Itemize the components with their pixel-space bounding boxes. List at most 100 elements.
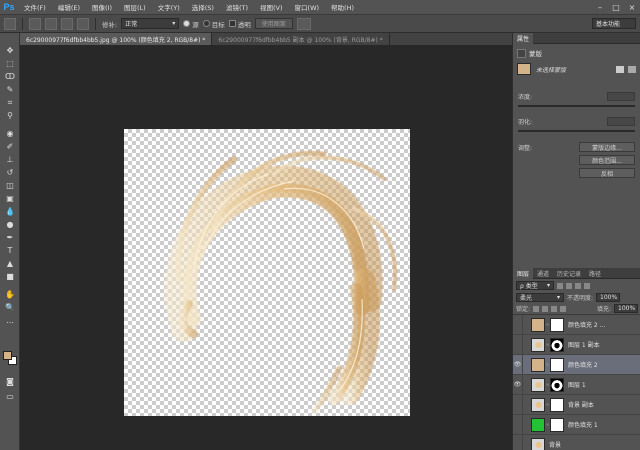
target-radio[interactable]: 目标 xyxy=(202,19,225,29)
marquee-tool-icon[interactable]: ⬚ xyxy=(3,58,17,69)
layer-mask-thumbnail[interactable] xyxy=(550,357,564,372)
layer-row[interactable]: 👁 ∞ 颜色填充 2 xyxy=(513,354,640,375)
add-selection-icon[interactable] xyxy=(45,17,57,30)
layer-row[interactable]: 👁 ∞ 图层 1 xyxy=(513,374,640,395)
vector-mask-icon[interactable] xyxy=(628,65,636,73)
canvas-area[interactable] xyxy=(20,45,512,450)
layer-thumbnail xyxy=(531,317,545,332)
tab-history[interactable]: 历史记录 xyxy=(553,268,585,279)
zoom-tool-icon[interactable]: 🔍 xyxy=(3,302,17,313)
subtract-selection-icon[interactable] xyxy=(61,17,73,30)
mask-edge-button[interactable]: 蒙版边缘... xyxy=(579,142,635,152)
visibility-eye-icon[interactable] xyxy=(513,434,523,450)
lock-all-icon[interactable] xyxy=(560,305,567,312)
history-brush-tool-icon[interactable]: ↺ xyxy=(3,167,17,178)
layer-row[interactable]: 背景 xyxy=(513,434,640,450)
lock-transparent-icon[interactable] xyxy=(533,305,540,312)
layer-row[interactable]: ∞ 颜色填充 2 ... xyxy=(513,314,640,335)
tab-layers[interactable]: 图层 xyxy=(513,267,534,279)
quick-mask-icon[interactable]: ◙ xyxy=(3,376,17,387)
filter-pixel-icon[interactable] xyxy=(557,282,563,289)
hand-tool-icon[interactable]: ✋ xyxy=(3,289,17,300)
layer-filter-select[interactable]: ρ 类型 ▾ xyxy=(516,281,554,290)
menu-edit[interactable]: 编辑(E) xyxy=(52,2,86,12)
menu-image[interactable]: 图像(I) xyxy=(86,2,118,12)
gradient-tool-icon[interactable]: ▣ xyxy=(3,193,17,204)
filter-adjust-icon[interactable] xyxy=(566,282,572,289)
visibility-eye-icon[interactable] xyxy=(513,394,523,415)
layer-mask-thumbnail[interactable] xyxy=(550,337,564,352)
tab-channels[interactable]: 通道 xyxy=(533,268,553,279)
move-tool-icon[interactable]: ✥ xyxy=(3,45,17,56)
opacity-field[interactable]: 100% xyxy=(596,293,621,302)
filter-shape-icon[interactable] xyxy=(584,282,590,289)
path-select-tool-icon[interactable]: ▲ xyxy=(3,258,17,269)
density-slider[interactable] xyxy=(518,105,635,107)
more-tools-icon[interactable]: … xyxy=(3,315,17,326)
menu-select[interactable]: 选择(S) xyxy=(186,2,220,12)
menu-view[interactable]: 视图(V) xyxy=(254,2,289,12)
pattern-swatch-icon[interactable] xyxy=(296,17,311,30)
quick-select-tool-icon[interactable]: ✎ xyxy=(3,84,17,95)
density-field[interactable] xyxy=(607,92,635,101)
visibility-eye-icon[interactable]: 👁 xyxy=(513,374,523,395)
feather-slider[interactable] xyxy=(518,130,635,132)
eyedropper-tool-icon[interactable]: ⚲ xyxy=(3,110,17,121)
close-button[interactable]: × xyxy=(624,0,640,15)
brush-tool-icon[interactable]: ✐ xyxy=(3,141,17,152)
layer-row[interactable]: ∞ 背景 副本 xyxy=(513,394,640,415)
visibility-eye-icon[interactable] xyxy=(513,334,523,355)
intersect-selection-icon[interactable] xyxy=(77,17,89,30)
visibility-eye-icon[interactable] xyxy=(513,414,523,435)
patch-mode-select[interactable]: 正常 ▾ xyxy=(121,18,180,29)
menu-layer[interactable]: 图层(L) xyxy=(118,2,152,12)
menu-file[interactable]: 文件(F) xyxy=(18,2,52,12)
tab-document-2[interactable]: 6c29000977f6dfbb4bb5 副本 @ 100% (背景, RGB/… xyxy=(212,33,390,45)
blend-mode-select[interactable]: 柔光 ▾ xyxy=(516,293,564,302)
layer-row[interactable]: ∞ 颜色填充 1 xyxy=(513,414,640,435)
color-range-button[interactable]: 颜色范围... xyxy=(579,155,635,165)
fill-field[interactable]: 100% xyxy=(614,304,638,313)
patch-tool-icon[interactable]: ◉ xyxy=(3,128,17,139)
tab-document-1[interactable]: 6c29000977f6dfbb4bb5.jpg @ 100% (颜色填充 2,… xyxy=(20,33,213,45)
dodge-tool-icon[interactable]: ● xyxy=(3,219,17,230)
layer-mask-thumbnail[interactable] xyxy=(550,397,564,412)
menu-filter[interactable]: 滤镜(T) xyxy=(220,2,254,12)
screen-mode-icon[interactable]: ▭ xyxy=(3,391,17,402)
patch-tool-icon[interactable] xyxy=(4,17,16,30)
eraser-tool-icon[interactable]: ◫ xyxy=(3,180,17,191)
workspace-select[interactable]: 基本功能 xyxy=(592,18,636,29)
transparent-checkbox[interactable]: 透明 xyxy=(228,19,251,29)
feather-field[interactable] xyxy=(607,117,635,126)
document-canvas[interactable] xyxy=(124,129,410,416)
layer-mask-thumbnail[interactable] xyxy=(550,417,564,432)
rectangle-tool-icon[interactable]: ■ xyxy=(3,271,17,282)
clone-stamp-tool-icon[interactable]: ⊥ xyxy=(3,154,17,165)
menu-help[interactable]: 帮助(H) xyxy=(325,2,360,12)
tab-properties[interactable]: 属性 xyxy=(513,32,534,44)
layer-mask-thumbnail[interactable] xyxy=(550,317,564,332)
tab-paths[interactable]: 路径 xyxy=(585,268,605,279)
layer-row[interactable]: ∞ 图层 1 副本 xyxy=(513,334,640,355)
type-tool-icon[interactable]: T xyxy=(3,245,17,256)
foreground-color-swatch[interactable] xyxy=(3,351,12,360)
maximize-button[interactable]: □ xyxy=(608,0,624,15)
blur-tool-icon[interactable]: 💧 xyxy=(3,206,17,217)
filter-type-icon[interactable] xyxy=(575,282,581,289)
lock-pixels-icon[interactable] xyxy=(542,305,549,312)
crop-tool-icon[interactable]: ⌗ xyxy=(3,97,17,108)
source-radio[interactable]: 源 xyxy=(183,19,199,29)
layer-mask-thumbnail[interactable] xyxy=(550,377,564,392)
visibility-eye-icon[interactable]: 👁 xyxy=(513,354,523,375)
lasso-tool-icon[interactable]: ↀ xyxy=(3,71,17,82)
pixel-mask-icon[interactable] xyxy=(616,65,624,73)
menu-type[interactable]: 文字(Y) xyxy=(152,2,186,12)
visibility-eye-icon[interactable] xyxy=(513,314,523,335)
invert-button[interactable]: 反相 xyxy=(579,168,635,178)
menu-window[interactable]: 窗口(W) xyxy=(289,2,326,12)
lock-position-icon[interactable] xyxy=(551,305,558,312)
use-pattern-button[interactable]: 使用图案 xyxy=(254,18,293,29)
new-selection-icon[interactable] xyxy=(29,17,41,30)
minimize-button[interactable]: – xyxy=(592,0,608,15)
pen-tool-icon[interactable]: ✒ xyxy=(3,232,17,243)
